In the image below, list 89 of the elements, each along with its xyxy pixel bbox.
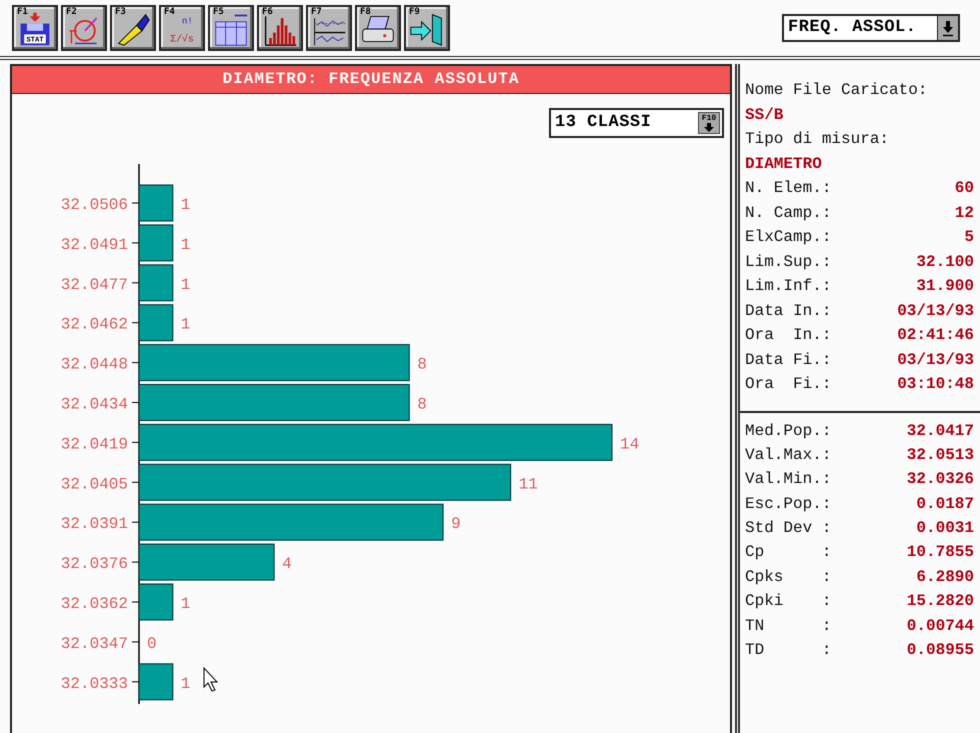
value-label: 14	[620, 435, 640, 454]
info-value: 5	[964, 227, 974, 248]
info-value: 12	[954, 202, 974, 224]
category-label: 32.0376	[60, 555, 128, 574]
value-label: 1	[180, 276, 190, 294]
value-label: 11	[518, 475, 538, 494]
toolbar-button[interactable]: F3	[110, 5, 156, 51]
category-label: 32.0448	[60, 356, 128, 374]
toolbar-button[interactable]: F2	[61, 5, 107, 51]
stat-label: Std Dev :	[745, 518, 832, 540]
view-dropdown[interactable]: FREQ. ASSOL.	[782, 14, 960, 42]
stat-value: 0.0187	[916, 494, 974, 515]
bar	[138, 224, 174, 262]
category-label: 32.0347	[60, 634, 128, 653]
value-label: 8	[417, 396, 427, 414]
info-value: 03/13/93	[897, 350, 974, 370]
classes-dropdown[interactable]: 13 CLASSI F10	[549, 108, 724, 138]
info-value: 31.900	[916, 276, 974, 297]
stat-label: Cp :	[745, 542, 832, 564]
category-label: 32.0391	[60, 515, 128, 534]
toolbar-button[interactable]: F8	[355, 5, 401, 51]
value-label: 1	[180, 316, 190, 334]
stat-label: Med.Pop.:	[745, 420, 832, 442]
info-label: Data In.:	[745, 300, 832, 322]
toolbar-button[interactable]: F6	[257, 5, 303, 51]
value-label: 9	[451, 515, 461, 534]
info-label: Ora Fi.:	[745, 374, 832, 395]
bar	[138, 264, 174, 302]
category-label: 32.0405	[60, 475, 128, 494]
info-label: N. Camp.:	[745, 202, 832, 224]
info-label: Lim.Sup.:	[745, 252, 832, 272]
stat-label: Val.Max.:	[745, 444, 832, 466]
value-label: 0	[147, 634, 157, 653]
stat-value: 0.08955	[906, 640, 974, 662]
dropdown-key-button: F10	[698, 112, 720, 134]
info-value: 03/13/93	[897, 300, 974, 322]
stat-label: Esc.Pop.:	[745, 494, 832, 515]
value-label: 8	[417, 356, 427, 374]
info-label: Nome File Caricato:	[745, 80, 928, 101]
value-label: 1	[180, 595, 190, 613]
dropdown-value: FREQ. ASSOL.	[787, 17, 918, 39]
value-label: 1	[180, 674, 190, 693]
category-label: 32.0419	[60, 435, 128, 454]
stat-value: 32.0326	[906, 469, 974, 490]
category-label: 32.0333	[60, 674, 128, 693]
info-value: DIAMETRO	[745, 154, 823, 174]
info-value: 32.100	[916, 252, 974, 272]
stat-label: Val.Min.:	[745, 469, 832, 490]
toolbar-button[interactable]: F5	[208, 5, 254, 51]
stat-value: 6.2890	[916, 566, 974, 588]
stat-value: 32.0513	[906, 444, 974, 466]
bar	[138, 184, 174, 222]
info-label: Lim.Inf.:	[745, 276, 832, 297]
toolbar-button[interactable]: F9	[404, 5, 450, 51]
category-label: 32.0477	[60, 276, 128, 294]
stat-value: 0.0031	[916, 518, 974, 540]
info-value: 03:10:48	[897, 374, 974, 395]
toolbar-button[interactable]: F7	[306, 5, 352, 51]
stat-value: 10.7855	[906, 542, 974, 564]
bar	[138, 663, 174, 700]
stat-label: TD :	[745, 640, 832, 662]
info-label: N. Elem.:	[745, 178, 832, 199]
value-label: 1	[180, 236, 190, 254]
info-label: Tipo di misura:	[745, 129, 890, 150]
category-label: 32.0491	[60, 236, 128, 254]
stat-value: 0.00744	[906, 616, 974, 637]
info-value: 60	[954, 178, 974, 199]
category-label: 32.0362	[60, 595, 128, 613]
cursor-icon	[204, 666, 218, 692]
category-label: 32.0462	[60, 316, 128, 334]
category-label: 32.0506	[60, 196, 128, 214]
stat-value: 15.2820	[906, 591, 974, 612]
dropdown-value: 13 CLASSI	[554, 112, 652, 134]
stat-label: TN :	[745, 616, 832, 637]
info-label: Data Fi.:	[745, 350, 832, 370]
bar	[138, 584, 174, 620]
value-label: 4	[282, 555, 292, 574]
stat-label: Cpki :	[745, 591, 832, 612]
info-value: SS/B	[745, 104, 784, 126]
stat-value: 32.0417	[906, 420, 974, 442]
bar	[138, 304, 174, 342]
category-label: 32.0434	[60, 396, 128, 414]
stat-label: Cpks :	[745, 566, 832, 588]
info-label: Ora In.:	[745, 325, 832, 346]
arrow-icon	[703, 122, 715, 132]
info-label: ElxCamp.:	[745, 227, 832, 248]
info-value: 02:41:46	[897, 325, 974, 346]
chart-title: DIAMETRO: FREQUENZA ASSOLUTA	[12, 66, 730, 94]
value-label: 1	[180, 196, 190, 214]
